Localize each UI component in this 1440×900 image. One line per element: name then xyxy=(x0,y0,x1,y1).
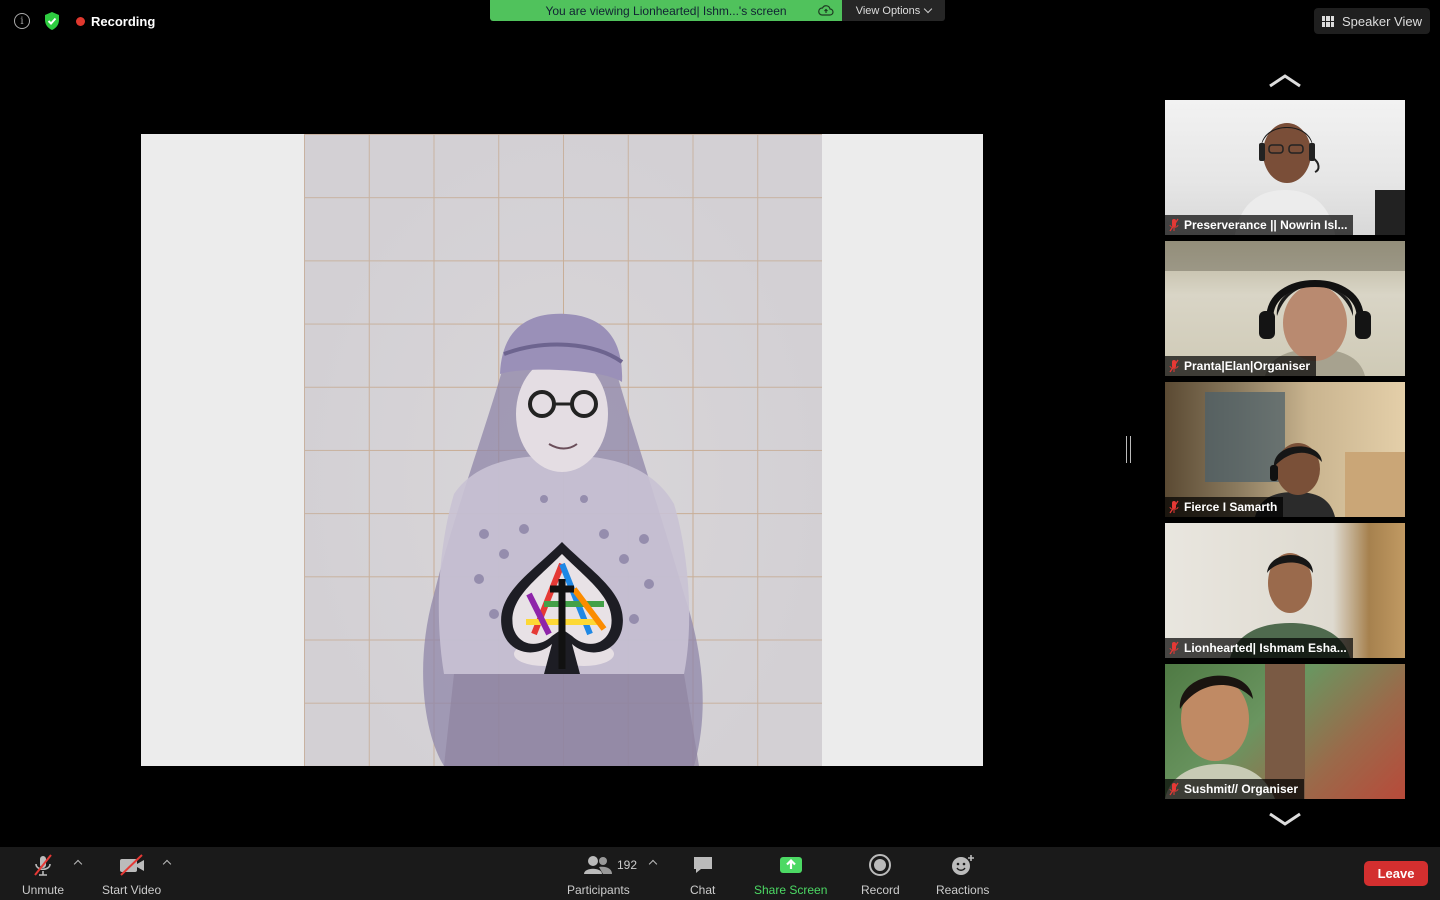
participants-count: 192 xyxy=(617,858,638,872)
info-icon[interactable]: i xyxy=(14,13,30,29)
meeting-toolbar: Unmute Start Video Participants 192 Chat xyxy=(0,847,1440,900)
reactions-label: Reactions xyxy=(936,883,990,897)
chevron-down-icon[interactable] xyxy=(1268,810,1302,828)
mic-muted-icon xyxy=(1169,359,1179,373)
share-screen-icon xyxy=(779,857,802,873)
unmute-label: Unmute xyxy=(22,883,65,897)
meeting-status-bar: i Recording xyxy=(14,8,155,34)
participant-name: Preserverance || Nowrin Isl... xyxy=(1184,218,1348,232)
grid-icon xyxy=(1322,15,1334,27)
tiled-artwork xyxy=(304,134,822,766)
share-screen-button[interactable]: Share Screen xyxy=(754,853,827,897)
record-button[interactable]: Record xyxy=(861,853,900,897)
audio-options-caret-icon[interactable] xyxy=(73,859,83,869)
view-options-button[interactable]: View Options xyxy=(842,0,945,21)
recording-label: Recording xyxy=(91,13,156,29)
participant-name: Fierce I Samarth xyxy=(1184,500,1278,514)
mic-muted-icon xyxy=(34,854,52,876)
shield-check-icon[interactable] xyxy=(42,11,62,31)
chevron-down-icon xyxy=(924,4,933,14)
panel-resize-handle[interactable] xyxy=(1126,436,1131,463)
video-options-caret-icon[interactable] xyxy=(162,859,172,869)
record-label: Record xyxy=(861,883,900,897)
participant-name: Pranta|Elan|Organiser xyxy=(1184,359,1311,373)
participant-name-tag: Sushmit// Organiser xyxy=(1165,779,1305,799)
leave-button[interactable]: Leave xyxy=(1364,861,1428,886)
speaker-view-label: Speaker View xyxy=(1342,13,1422,29)
participant-name: Lionhearted| Ishmam Esha... xyxy=(1184,641,1347,655)
video-off-icon xyxy=(119,854,144,876)
chevron-up-icon[interactable] xyxy=(1268,72,1302,90)
participant-video-tile[interactable]: Sushmit// Organiser xyxy=(1165,664,1405,799)
unmute-button[interactable]: Unmute xyxy=(22,853,64,897)
chat-label: Chat xyxy=(690,883,716,897)
participant-video-tile[interactable]: Pranta|Elan|Organiser xyxy=(1165,241,1405,376)
recording-dot-icon xyxy=(76,16,85,26)
portrait-painting xyxy=(423,313,703,766)
recording-indicator: Recording xyxy=(76,14,155,29)
start-video-button[interactable]: Start Video xyxy=(102,853,161,897)
participant-video-tile[interactable]: Fierce I Samarth xyxy=(1165,382,1405,517)
reactions-button[interactable]: Reactions xyxy=(936,853,989,897)
start-video-label: Start Video xyxy=(102,883,162,897)
participant-video-tile[interactable]: Lionhearted| Ishmam Esha... xyxy=(1165,523,1405,658)
participant-name-tag: Pranta|Elan|Organiser xyxy=(1165,356,1317,376)
participant-video-tile[interactable]: Preserverance || Nowrin Isl... xyxy=(1165,100,1405,235)
participants-options-caret-icon[interactable] xyxy=(648,859,658,869)
chat-icon xyxy=(693,857,712,873)
viewing-banner-text: You are viewing Lionhearted| Ishm...'s s… xyxy=(545,3,787,18)
record-icon xyxy=(869,854,892,876)
mic-muted-icon xyxy=(1169,218,1179,232)
viewing-banner: You are viewing Lionhearted| Ishm...'s s… xyxy=(490,0,842,21)
mic-muted-icon xyxy=(1169,500,1179,514)
view-options-label: View Options xyxy=(855,4,921,17)
participants-icon xyxy=(584,856,613,874)
share-screen-label: Share Screen xyxy=(754,883,828,897)
participant-name-tag: Lionhearted| Ishmam Esha... xyxy=(1165,638,1353,658)
shared-screen xyxy=(141,134,983,766)
participants-label: Participants xyxy=(567,883,630,897)
participant-name-tag: Fierce I Samarth xyxy=(1165,497,1284,517)
reactions-smiley-icon xyxy=(951,855,974,875)
speaker-view-button[interactable]: Speaker View xyxy=(1314,8,1430,34)
participant-name: Sushmit// Organiser xyxy=(1184,782,1299,796)
cloud-upload-icon xyxy=(818,5,834,16)
mic-muted-icon xyxy=(1169,641,1179,655)
chat-button[interactable]: Chat xyxy=(690,853,715,897)
participant-name-tag: Preserverance || Nowrin Isl... xyxy=(1165,215,1354,235)
mic-muted-icon xyxy=(1169,782,1179,796)
screen-share-banner: You are viewing Lionhearted| Ishm...'s s… xyxy=(490,0,945,21)
